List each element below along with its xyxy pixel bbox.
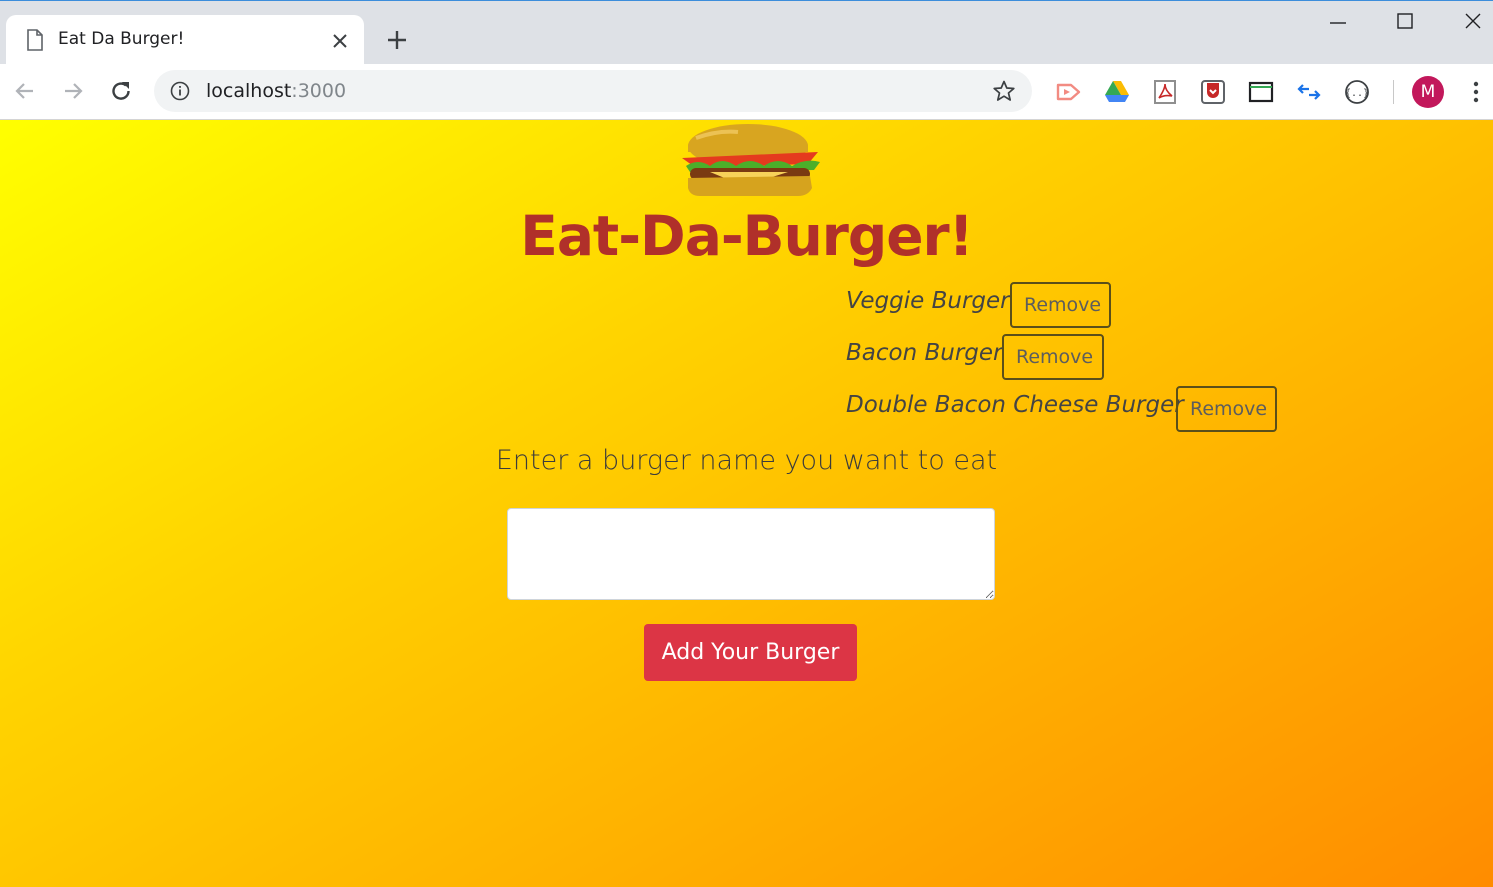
info-icon[interactable] xyxy=(170,81,190,101)
tab-title: Eat Da Burger! xyxy=(58,29,185,49)
page-content: Eat-Da-Burger! Veggie Burger Remove Baco… xyxy=(0,120,1493,887)
reload-icon[interactable] xyxy=(108,78,134,104)
pocket-extension-icon[interactable] xyxy=(1199,78,1227,106)
remove-button[interactable]: Remove xyxy=(1010,282,1111,328)
browser-toolbar: localhost:3000 {..} M xyxy=(0,64,1493,120)
close-icon[interactable] xyxy=(330,31,350,51)
maximize-icon[interactable] xyxy=(1393,9,1417,33)
burger-prompt: Enter a burger name you want to eat xyxy=(495,445,998,476)
burger-logo xyxy=(682,124,820,196)
url-text: localhost:3000 xyxy=(206,80,347,102)
minimize-icon[interactable] xyxy=(1326,9,1350,33)
burger-name-input[interactable] xyxy=(507,508,995,600)
forward-arrow-icon[interactable] xyxy=(60,78,86,104)
pdf-extension-icon[interactable] xyxy=(1151,78,1179,106)
page-title: Eat-Da-Burger! xyxy=(520,204,973,268)
remove-button[interactable]: Remove xyxy=(1176,386,1277,432)
profile-avatar[interactable]: M xyxy=(1412,76,1444,108)
screenshot-extension-icon[interactable] xyxy=(1247,78,1275,106)
page-icon xyxy=(27,29,43,51)
burger-name: Veggie Burger xyxy=(846,288,1010,314)
drive-icon[interactable] xyxy=(1103,78,1131,106)
window-close-icon[interactable] xyxy=(1461,9,1485,33)
address-bar[interactable]: localhost:3000 xyxy=(154,70,1032,112)
kebab-menu-icon[interactable] xyxy=(1464,78,1488,106)
browser-titlebar: Eat Da Burger! xyxy=(0,0,1493,67)
plus-icon[interactable] xyxy=(384,27,410,53)
browser-tab[interactable]: Eat Da Burger! xyxy=(6,15,364,67)
svg-text:{..}: {..} xyxy=(1345,88,1369,99)
back-arrow-icon[interactable] xyxy=(12,78,38,104)
json-extension-icon[interactable]: {..} xyxy=(1343,78,1371,106)
add-burger-button[interactable]: Add Your Burger xyxy=(644,624,857,681)
remove-button[interactable]: Remove xyxy=(1002,334,1104,380)
burger-name: Double Bacon Cheese Burger xyxy=(846,392,1184,418)
cast-extension-icon[interactable] xyxy=(1055,78,1083,106)
toolbar-separator xyxy=(1393,80,1394,104)
sync-extension-icon[interactable] xyxy=(1295,78,1323,106)
star-icon[interactable] xyxy=(992,79,1016,103)
burger-name: Bacon Burger xyxy=(846,340,1003,366)
